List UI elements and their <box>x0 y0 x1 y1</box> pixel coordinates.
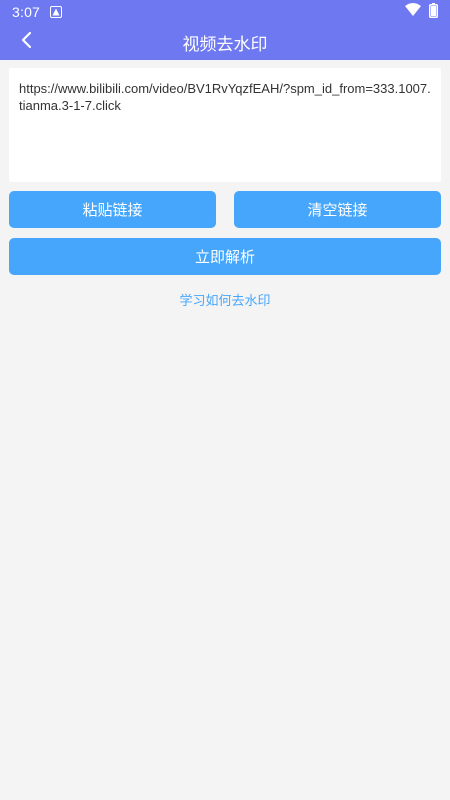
wifi-icon <box>405 3 421 21</box>
page-title: 视频去水印 <box>182 34 268 55</box>
app-bar: 视频去水印 <box>0 24 450 60</box>
parse-now-label: 立即解析 <box>194 248 255 266</box>
paste-link-button[interactable]: 粘贴链接 <box>9 191 216 228</box>
clear-link-label: 清空链接 <box>307 201 368 219</box>
status-time: 3:07 <box>12 4 41 20</box>
battery-icon <box>429 2 438 22</box>
app-notification-icon <box>50 6 63 18</box>
status-icons <box>405 2 438 22</box>
clear-link-button[interactable]: 清空链接 <box>234 191 441 228</box>
learn-remove-watermark-link[interactable]: 学习如何去水印 <box>0 290 450 310</box>
status-bar: 3:07 <box>0 0 450 24</box>
back-button[interactable] <box>10 24 42 60</box>
parse-now-button[interactable]: 立即解析 <box>9 238 441 275</box>
paste-link-label: 粘贴链接 <box>82 201 143 219</box>
chevron-left-icon <box>20 31 32 53</box>
url-input[interactable]: https://www.bilibili.com/video/BV1RvYqzf… <box>9 68 441 182</box>
